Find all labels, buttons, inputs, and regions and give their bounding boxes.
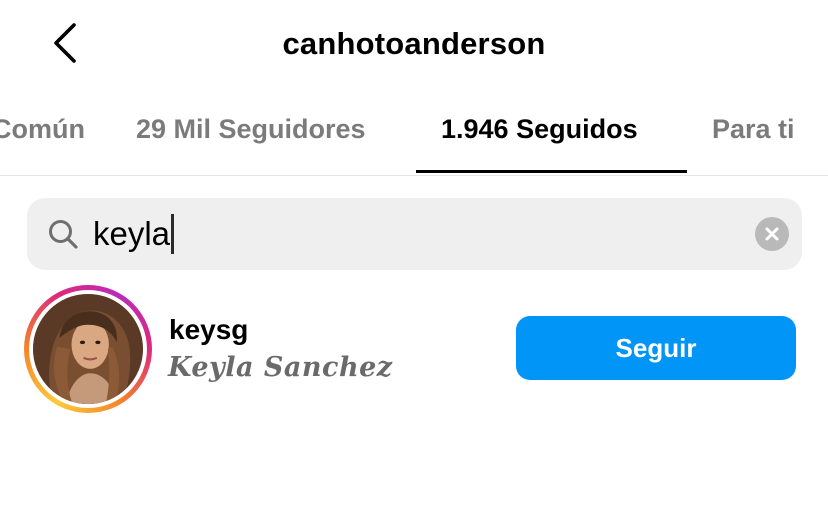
header: canhotoanderson	[0, 0, 828, 90]
story-ring[interactable]	[24, 285, 152, 413]
tab-for-you[interactable]: Para ti	[712, 114, 795, 145]
tab-followers[interactable]: 29 Mil Seguidores	[136, 114, 366, 145]
tab-common[interactable]: Común	[0, 114, 85, 145]
avatar-photo	[33, 294, 143, 404]
tab-following[interactable]: 1.946 Seguidos	[441, 114, 638, 145]
list-item[interactable]: keysg Keyla Sanchez Seguir	[0, 282, 828, 418]
result-full-name: Keyla Sanchez	[168, 352, 393, 383]
clear-search-button[interactable]	[755, 217, 789, 251]
result-username: keysg	[169, 314, 249, 345]
following-search-screen: canhotoanderson Común 29 Mil Seguidores …	[0, 0, 828, 523]
search-input[interactable]: keyla	[93, 212, 175, 256]
active-tab-indicator	[416, 170, 687, 173]
clear-icon	[765, 227, 779, 241]
follow-button[interactable]: Seguir	[516, 316, 796, 380]
search-query-text: keyla	[93, 215, 171, 252]
search-bar[interactable]: keyla	[27, 198, 802, 270]
search-icon	[49, 220, 78, 249]
avatar-border	[29, 290, 147, 408]
profile-username-title: canhotoanderson	[282, 26, 546, 61]
avatar	[33, 294, 143, 404]
text-caret	[171, 214, 175, 254]
tab-bar: Común 29 Mil Seguidores 1.946 Seguidos P…	[0, 100, 828, 176]
